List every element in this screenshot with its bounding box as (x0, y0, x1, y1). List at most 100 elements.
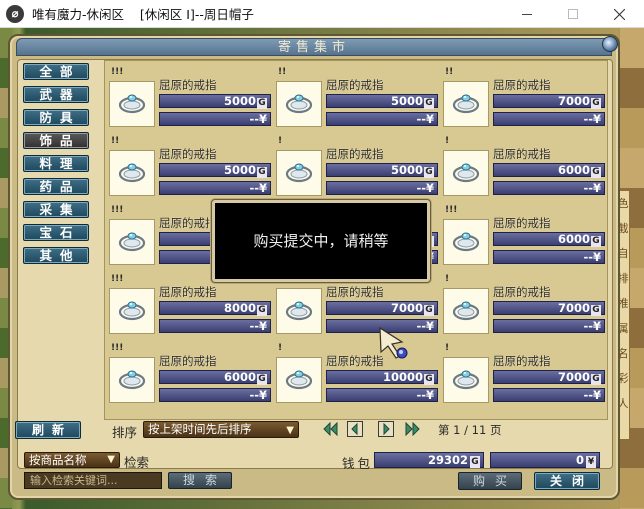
category-button[interactable]: 宝石 (23, 224, 89, 241)
category-button[interactable]: 全部 (23, 63, 89, 80)
search-button[interactable]: 搜索 (168, 472, 232, 489)
page-indicator: 第 1 / 11 页 (438, 423, 502, 437)
gold-unit: G (257, 374, 267, 385)
item-thumbnail[interactable] (276, 357, 322, 403)
item-rmb-value: -- (583, 112, 593, 126)
item-rmb-value: -- (583, 319, 593, 333)
item-listing[interactable]: !! 屈原的戒指 5000 G --¥ (274, 67, 440, 135)
item-price: 6000 G (493, 163, 605, 178)
buy-button[interactable]: 购买 (458, 472, 522, 490)
close-icon (613, 8, 625, 20)
category-button[interactable]: 武器 (23, 86, 89, 103)
item-thumbnail[interactable] (109, 219, 155, 265)
sort-selected-value: 按上架时间先后排序 (148, 422, 252, 436)
item-listing[interactable]: !!! 屈原的戒指 6000 G --¥ (441, 205, 607, 273)
item-quality: ! (445, 136, 450, 146)
maximize-button[interactable] (550, 0, 596, 28)
item-thumbnail[interactable] (276, 81, 322, 127)
item-listing[interactable]: ! 屈原的戒指 10000 G --¥ (274, 343, 440, 411)
item-listing[interactable]: !屈原的戒指7000G--¥ (441, 343, 607, 411)
panel-orb-icon[interactable] (602, 36, 618, 52)
item-thumbnail[interactable] (276, 288, 322, 334)
window-close-button[interactable] (596, 0, 642, 28)
close-button[interactable]: 关闭 (534, 472, 600, 490)
filter-dropdown[interactable]: 按商品名称 ▼ (24, 452, 120, 468)
item-name: 屈原的戒指 (493, 354, 551, 368)
next-page-button[interactable] (378, 421, 394, 437)
item-price-value: 5000 (223, 94, 256, 108)
item-quality: !! (278, 67, 287, 77)
item-thumbnail[interactable] (443, 219, 489, 265)
category-button[interactable]: 饰品 (23, 132, 89, 149)
item-quality: !!! (111, 67, 124, 77)
item-thumbnail[interactable] (109, 150, 155, 196)
filter-selected-value: 按商品名称 (29, 453, 87, 467)
ring-icon (452, 301, 480, 321)
item-price-value: 6000 (223, 370, 256, 384)
dialog-message: 购买提交中，请稍等 (253, 232, 389, 250)
rmb-unit: ¥ (592, 112, 601, 126)
ring-icon (285, 301, 313, 321)
first-page-button[interactable] (322, 421, 338, 437)
item-thumbnail[interactable] (276, 150, 322, 196)
item-listing[interactable]: !!! 屈原的戒指 5000 G --¥ (107, 67, 273, 135)
category-button[interactable]: 防具 (23, 109, 89, 126)
item-thumbnail[interactable] (109, 288, 155, 334)
item-name: 屈原的戒指 (493, 78, 551, 92)
item-rmb-price: --¥ (159, 319, 271, 333)
item-listing[interactable]: !!! 屈原的戒指 6000 G --¥ (107, 343, 273, 411)
sort-dropdown[interactable]: 按上架时间先后排序 ▼ (143, 421, 299, 438)
double-left-arrow-icon (323, 422, 338, 436)
item-quality: !!! (445, 205, 458, 215)
item-listing[interactable]: !屈原的戒指7000G--¥ (274, 274, 440, 342)
item-rmb-value: -- (416, 388, 426, 402)
item-quality: ! (445, 274, 450, 284)
gold-unit: G (470, 456, 480, 468)
item-thumbnail[interactable] (443, 150, 489, 196)
item-name: 屈原的戒指 (326, 147, 384, 161)
prev-page-button[interactable] (347, 421, 363, 437)
rmb-unit: ¥ (425, 112, 434, 126)
gold-unit: G (424, 374, 434, 385)
last-page-button[interactable] (405, 421, 421, 437)
item-quality: ! (278, 343, 283, 353)
rmb-unit: ¥ (425, 319, 434, 333)
item-listing[interactable]: !! 屈原的戒指 5000 G --¥ (107, 136, 273, 204)
item-thumbnail[interactable] (109, 357, 155, 403)
item-price-value: 7000 (390, 301, 423, 315)
search-input[interactable]: 输入检索关键词... (24, 472, 162, 489)
item-price-value: 8000 (223, 301, 256, 315)
rmb-unit: ¥ (425, 181, 434, 195)
rmb-unit: ¥ (592, 319, 601, 333)
item-rmb-value: -- (583, 250, 593, 264)
gold-unit: G (424, 305, 434, 316)
item-thumbnail[interactable] (109, 81, 155, 127)
category-button[interactable]: 采集 (23, 201, 89, 218)
ring-icon (452, 163, 480, 183)
wallet-rmb: 0 ¥ (490, 452, 600, 468)
ring-icon (118, 301, 146, 321)
item-thumbnail[interactable] (443, 357, 489, 403)
item-price-value: 10000 (382, 370, 423, 384)
item-listing[interactable]: ! 屈原的戒指 6000 G --¥ (441, 136, 607, 204)
item-listing[interactable]: ! 屈原的戒指 5000 G --¥ (274, 136, 440, 204)
item-rmb-price: --¥ (493, 250, 605, 264)
gold-unit: G (591, 305, 601, 316)
category-button[interactable]: 料理 (23, 155, 89, 172)
item-thumbnail[interactable] (443, 81, 489, 127)
item-listing[interactable]: !!! 屈原的戒指 8000 G --¥ (107, 274, 273, 342)
item-quality: !!! (111, 205, 124, 215)
item-rmb-price: --¥ (326, 181, 438, 195)
category-button[interactable]: 其他 (23, 247, 89, 264)
gold-unit: G (257, 98, 267, 109)
item-price: 5000 G (326, 94, 438, 109)
item-thumbnail[interactable] (443, 288, 489, 334)
refresh-button[interactable]: 刷新 (15, 421, 81, 439)
item-rmb-value: -- (583, 388, 593, 402)
category-button[interactable]: 药品 (23, 178, 89, 195)
minimize-button[interactable] (504, 0, 550, 28)
sort-label: 排序 (112, 425, 138, 440)
item-listing[interactable]: !! 屈原的戒指 7000 G --¥ (441, 67, 607, 135)
item-name: 屈原的戒指 (493, 285, 551, 299)
item-listing[interactable]: !屈原的戒指7000G--¥ (441, 274, 607, 342)
